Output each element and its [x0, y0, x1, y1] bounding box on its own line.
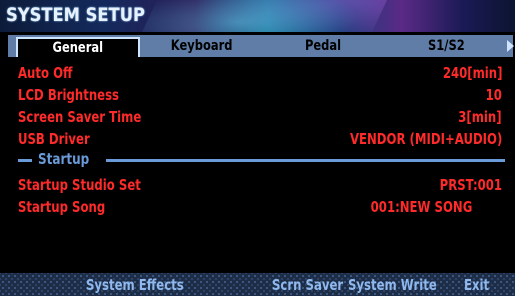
tab-strip: General Keyboard Pedal S1/S2 [8, 35, 513, 57]
param-row-auto-off[interactable]: Auto Off 240[min] [18, 64, 502, 84]
section-divider [18, 159, 32, 162]
param-value[interactable]: 3[min] [459, 108, 502, 126]
param-row-usb-driver[interactable]: USB Driver VENDOR (MIDI+AUDIO) [18, 130, 502, 150]
system-setup-screen: SYSTEM SETUP General Keyboard Pedal S1/S… [0, 0, 515, 296]
system-write-button[interactable]: System Write [348, 275, 462, 295]
system-effects-label: System Effects [86, 276, 184, 294]
section-title: Startup [38, 150, 90, 168]
param-value[interactable]: PRST:001 [440, 176, 502, 194]
exit-button[interactable]: Exit [464, 275, 496, 295]
param-value[interactable]: 10 [486, 86, 502, 104]
system-write-label: System Write [348, 276, 437, 294]
tab-s1-s2[interactable]: S1/S2 [387, 35, 505, 57]
param-row-startup-studio-set[interactable]: Startup Studio Set PRST:001 [18, 176, 502, 196]
param-label: Startup Studio Set [18, 176, 141, 194]
param-label: Screen Saver Time [18, 108, 142, 126]
function-bar: System Effects Scrn Saver System Write E… [0, 273, 515, 296]
tab-s1-s2-label: S1/S2 [427, 38, 465, 54]
param-value[interactable]: VENDOR (MIDI+AUDIO) [350, 130, 502, 148]
tab-pedal[interactable]: Pedal [259, 35, 387, 57]
section-divider [106, 159, 505, 162]
tab-pedal-label: Pedal [304, 38, 342, 54]
param-label: LCD Brightness [18, 86, 120, 104]
scrn-saver-label: Scrn Saver [272, 276, 344, 294]
tab-general-label: General [52, 40, 104, 56]
startup-section-header: Startup [18, 150, 505, 168]
param-row-lcd-brightness[interactable]: LCD Brightness 10 [18, 86, 502, 106]
page-title: SYSTEM SETUP [6, 4, 145, 26]
param-value[interactable]: 001:NEW SONG [370, 198, 472, 216]
param-row-startup-song[interactable]: Startup Song 001:NEW SONG [18, 198, 472, 218]
title-bar: SYSTEM SETUP [0, 0, 515, 32]
param-row-screen-saver-time[interactable]: Screen Saver Time 3[min] [18, 108, 502, 128]
exit-label: Exit [464, 276, 490, 294]
tab-general[interactable]: General [16, 37, 140, 57]
param-label: Auto Off [18, 64, 73, 82]
tab-scroll-right-icon[interactable] [507, 40, 514, 52]
tab-keyboard[interactable]: Keyboard [144, 35, 259, 57]
param-value[interactable]: 240[min] [442, 64, 502, 82]
tab-keyboard-label: Keyboard [170, 38, 233, 54]
param-label: Startup Song [18, 198, 106, 216]
system-effects-button[interactable]: System Effects [86, 275, 211, 295]
param-label: USB Driver [18, 130, 90, 148]
